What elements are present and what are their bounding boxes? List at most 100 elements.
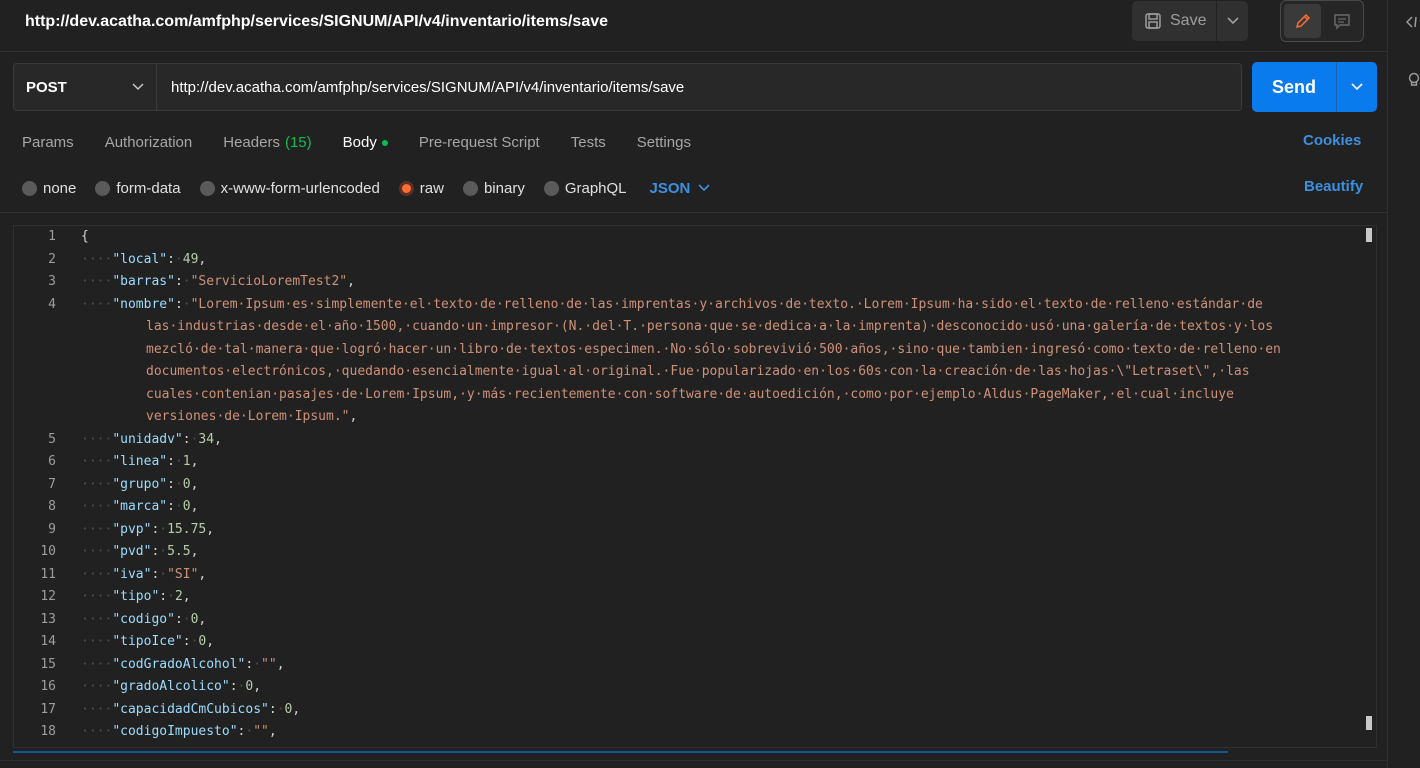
radio-none[interactable]: none xyxy=(22,180,76,197)
code-line: las·industrias·desde·el·año·1500,·cuando… xyxy=(81,316,1361,339)
url-input[interactable]: http://dev.acatha.com/amfphp/services/SI… xyxy=(156,63,1242,111)
radio-form-data[interactable]: form-data xyxy=(95,179,181,197)
code-token: , xyxy=(190,499,199,514)
language-select[interactable]: JSON xyxy=(650,180,711,197)
save-options-button[interactable] xyxy=(1217,1,1248,41)
tab-authorization[interactable]: Authorization xyxy=(105,131,193,153)
code-token: ···· xyxy=(81,589,113,604)
code-token: "SI" xyxy=(167,566,199,582)
chevron-down-icon xyxy=(698,184,710,192)
code-line: ····"tipo":·2, xyxy=(81,586,1361,609)
send-button[interactable]: Send xyxy=(1252,62,1336,112)
tab-label: Body xyxy=(342,133,377,151)
line-number: 9 xyxy=(48,521,56,537)
line-number: 16 xyxy=(40,679,56,694)
code-token: "unidadv" xyxy=(112,431,183,447)
save-button[interactable]: Save xyxy=(1132,1,1216,41)
send-options-button[interactable] xyxy=(1337,62,1377,112)
code-line: ····"tipoIce":·0, xyxy=(81,631,1361,654)
code-token: "pvd" xyxy=(112,544,152,559)
radio-circle xyxy=(95,180,111,196)
code-token: : xyxy=(167,454,175,469)
code-token: 2 xyxy=(174,589,183,604)
code-token: "pvp" xyxy=(112,521,152,537)
code-token: · xyxy=(253,656,262,672)
radio-graphql[interactable]: GraphQL xyxy=(543,179,627,197)
code-editor[interactable]: 1 2 3 4 5 6 7 8 9 10 11 12 13 14 15 16 17 18 {····"local"… xyxy=(13,225,1377,748)
editor-scrollbar[interactable] xyxy=(1363,226,1376,747)
radio-x-www-form-urlencoded[interactable]: x-www-form-urlencoded xyxy=(199,179,380,197)
code-token: : xyxy=(174,296,183,312)
code-token: : xyxy=(182,431,191,447)
code-token: 49 xyxy=(182,251,199,267)
request-title[interactable]: http://dev.acatha.com/amfphp/services/SI… xyxy=(25,12,608,32)
radio-label: GraphQL xyxy=(564,179,627,197)
radio-raw[interactable]: raw xyxy=(398,180,444,197)
radio-circle xyxy=(543,180,559,196)
code-line: ····"gradoAlcolico":·0, xyxy=(81,676,1361,699)
tab-pre-request-script[interactable]: Pre-request Script xyxy=(419,131,540,153)
cookies-link[interactable]: Cookies xyxy=(1303,132,1361,149)
pencil-icon xyxy=(1295,13,1310,29)
line-number: 11 xyxy=(40,566,56,582)
code-token: "local" xyxy=(112,251,168,267)
code-token: "codigo" xyxy=(112,611,175,627)
line-number: 2 xyxy=(48,251,56,267)
body-type-options: none form-data x-www-form-urlencoded raw… xyxy=(22,178,710,198)
code-token: ···· xyxy=(81,454,113,469)
method-select[interactable]: POST xyxy=(13,63,157,111)
code-line: documentos·electrónicos,·quedando·esenci… xyxy=(81,361,1361,384)
code-token: · xyxy=(182,274,191,289)
code-token: ···· xyxy=(81,656,113,672)
headers-count-badge: (15) xyxy=(284,133,312,151)
line-number: 15 xyxy=(40,656,56,672)
beautify-link[interactable]: Beautify xyxy=(1304,178,1363,195)
right-sidebar xyxy=(1387,0,1420,768)
edit-mode-button[interactable] xyxy=(1284,4,1321,38)
radio-binary[interactable]: binary xyxy=(462,180,525,197)
code-token: , xyxy=(349,409,358,424)
save-button-group: Save xyxy=(1132,1,1248,41)
code-token: · xyxy=(182,296,191,312)
tab-body[interactable]: Body xyxy=(343,131,388,153)
send-button-group: Send xyxy=(1252,62,1377,112)
code-token: , xyxy=(206,521,215,537)
tab-settings[interactable]: Settings xyxy=(637,131,691,153)
radio-label: none xyxy=(43,179,77,197)
code-token: · xyxy=(182,611,191,627)
code-token: ···· xyxy=(81,251,113,267)
tab-label: Tests xyxy=(570,133,606,151)
tab-tests[interactable]: Tests xyxy=(571,131,606,153)
tab-headers[interactable]: Headers (15) xyxy=(223,131,311,153)
line-number: 4 xyxy=(48,296,56,312)
save-icon xyxy=(1145,13,1161,29)
code-token: , xyxy=(253,679,262,694)
code-token: mezcló·de·tal·manera·que·logró·hacer·un·… xyxy=(146,341,1281,357)
lightbulb-icon[interactable] xyxy=(1406,72,1420,88)
code-token: "iva" xyxy=(112,566,152,582)
code-token: , xyxy=(182,589,191,604)
code-token: : xyxy=(229,679,238,694)
code-token: ···· xyxy=(81,476,113,492)
comments-mode-button[interactable] xyxy=(1323,4,1360,38)
code-line: ····"grupo":·0, xyxy=(81,474,1361,497)
code-token: , xyxy=(292,701,301,717)
line-number: 6 xyxy=(48,454,56,469)
tab-params[interactable]: Params xyxy=(22,131,74,153)
code-token: "ServicioLoremTest2" xyxy=(190,274,348,289)
code-line: mezcló·de·tal·manera·que·logró·hacer·un·… xyxy=(81,339,1361,362)
code-token: , xyxy=(198,566,207,582)
code-token: "Lorem·Ipsum·es·simplemente·el·texto·de·… xyxy=(190,296,1263,312)
save-label: Save xyxy=(1170,12,1207,29)
chevron-down-icon xyxy=(132,83,144,91)
code-icon[interactable] xyxy=(1406,14,1420,30)
scrollbar-up-marker[interactable] xyxy=(1366,228,1372,242)
line-number-gutter: 1 2 3 4 5 6 7 8 9 10 11 12 13 14 15 16 17 18 xyxy=(14,226,74,747)
line-number: 12 xyxy=(40,589,56,604)
radio-label: x-www-form-urlencoded xyxy=(220,179,380,197)
code-content[interactable]: {····"local":·49, ····"barras":·"Servicio… xyxy=(81,226,1361,747)
code-token: ···· xyxy=(81,296,113,312)
active-indicator-dot xyxy=(381,139,388,146)
scrollbar-down-marker[interactable] xyxy=(1366,716,1372,730)
radio-label: form-data xyxy=(116,179,181,197)
